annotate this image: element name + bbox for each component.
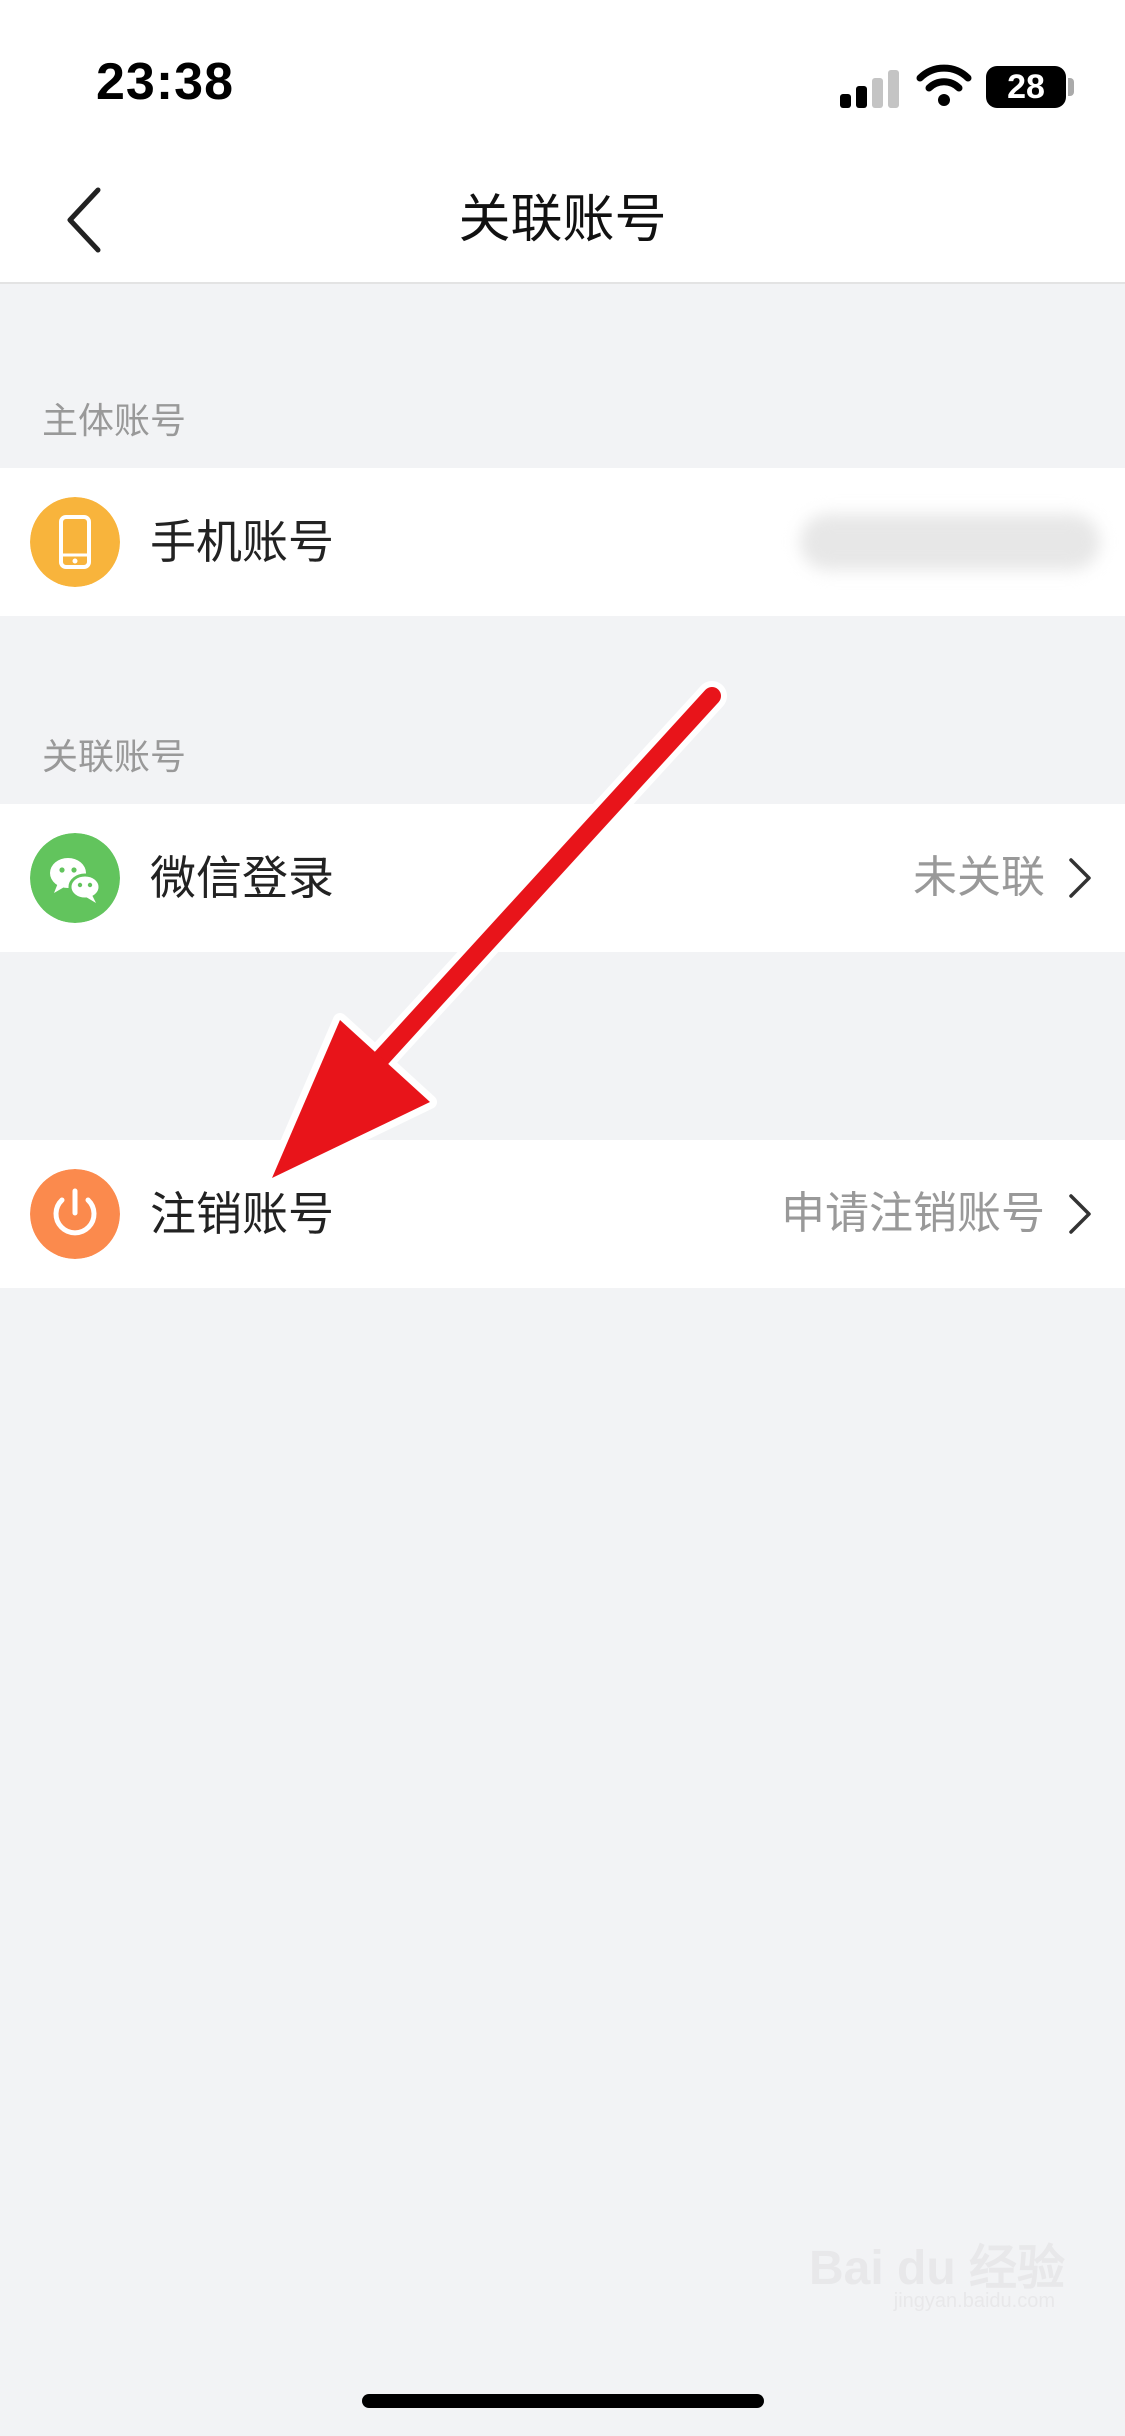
battery-indicator: 28	[986, 66, 1066, 108]
section-label-linked: 关联账号	[42, 737, 187, 778]
chevron-right-icon	[1069, 858, 1091, 898]
status-time: 23:38	[96, 53, 234, 111]
row-value-cancel-action: 申请注销账号	[781, 1188, 1045, 1239]
blurred-phone-number	[800, 514, 1100, 570]
phone-icon	[30, 497, 120, 587]
signal-icon	[840, 68, 900, 108]
row-cancel-account[interactable]: 注销账号 申请注销账号	[0, 1140, 1125, 1288]
power-icon	[30, 1169, 120, 1259]
wifi-icon	[916, 64, 972, 106]
row-label-cancel: 注销账号	[150, 1187, 334, 1241]
chevron-right-icon	[1069, 1194, 1091, 1234]
section-label-main: 主体账号	[42, 401, 187, 442]
row-label-phone: 手机账号	[150, 515, 334, 569]
row-phone-account[interactable]: 手机账号	[0, 468, 1125, 616]
status-bar: 23:38 28	[0, 0, 1125, 160]
nav-bar: 关联账号	[0, 160, 1125, 284]
row-label-wechat: 微信登录	[150, 851, 334, 905]
row-value-wechat-status: 未关联	[913, 852, 1045, 903]
baidu-watermark: Bai du 经验	[808, 2242, 1065, 2295]
baidu-watermark-url: jingyan.baidu.com	[893, 2290, 1055, 2312]
home-indicator	[362, 2394, 764, 2408]
battery-cap	[1068, 78, 1074, 96]
page-title: 关联账号	[458, 190, 667, 250]
wechat-icon	[30, 833, 120, 923]
row-wechat-login[interactable]: 微信登录 未关联	[0, 804, 1125, 952]
